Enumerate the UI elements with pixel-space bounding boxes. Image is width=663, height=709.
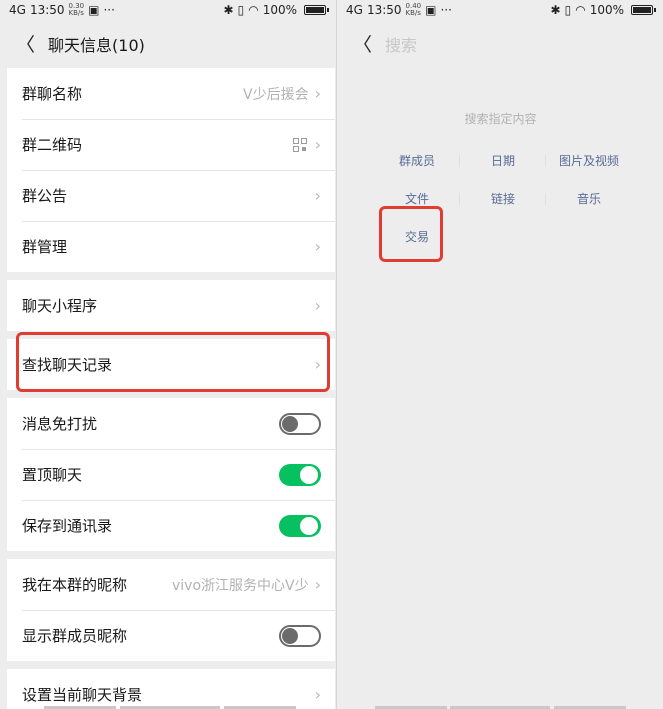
settings-group: 聊天小程序 › bbox=[7, 280, 335, 331]
qr-code-icon bbox=[292, 137, 307, 152]
battery-percent: 100% bbox=[589, 3, 624, 17]
settings-row-label: 我在本群的昵称 bbox=[22, 576, 128, 594]
bluetooth-icon: ✱ bbox=[550, 3, 561, 17]
settings-row[interactable]: 显示群成员昵称 bbox=[7, 610, 335, 661]
wifi-icon: ◠ bbox=[248, 3, 259, 17]
toggle-switch[interactable] bbox=[279, 624, 321, 647]
signal-indicator: 4G bbox=[9, 3, 26, 17]
search-category-item[interactable]: 日期 bbox=[460, 150, 546, 172]
settings-row-label: 置顶聊天 bbox=[22, 466, 83, 484]
bluetooth-icon: ✱ bbox=[223, 3, 234, 17]
settings-row[interactable]: 我在本群的昵称 vivo浙江服务中心V少 › bbox=[7, 559, 335, 610]
notification-icon: ▣ bbox=[425, 3, 437, 17]
settings-row-value: vivo浙江服务中心V少 bbox=[171, 577, 309, 594]
toggle-switch[interactable] bbox=[279, 463, 321, 486]
search-category-item[interactable]: 链接 bbox=[460, 188, 546, 210]
wifi-icon: ◠ bbox=[575, 3, 586, 17]
settings-row[interactable]: 群聊名称 V少后援会 › bbox=[7, 68, 335, 119]
highlight-box-search-history bbox=[16, 332, 330, 392]
toggle-switch[interactable] bbox=[279, 514, 321, 537]
settings-group: 消息免打扰置顶聊天保存到通讯录 bbox=[7, 398, 335, 551]
settings-row[interactable]: 群公告 › bbox=[7, 170, 335, 221]
toggle-switch[interactable] bbox=[279, 412, 321, 435]
vibrate-icon: ▯ bbox=[564, 3, 572, 17]
chevron-right-icon: › bbox=[314, 186, 321, 205]
search-input[interactable]: 搜索 bbox=[385, 32, 417, 56]
network-speed: 0.40 KB/s bbox=[405, 2, 422, 17]
battery-icon bbox=[304, 5, 329, 15]
search-screen: 4G 13:50 0.40 KB/s ▣ ··· ✱ ▯ ◠ 100% 〈 搜索… bbox=[336, 0, 663, 709]
highlight-box-transaction bbox=[379, 206, 443, 262]
status-bar: 4G 13:50 0.40 KB/s ▣ ··· ✱ ▯ ◠ 100% bbox=[337, 0, 663, 20]
settings-row-label: 群公告 bbox=[22, 187, 68, 205]
settings-row[interactable]: 置顶聊天 bbox=[7, 449, 335, 500]
chevron-right-icon: › bbox=[314, 84, 321, 103]
settings-row[interactable]: 设置当前聊天背景 › bbox=[7, 669, 335, 709]
settings-row-value: V少后援会 bbox=[243, 86, 309, 103]
clock: 13:50 bbox=[366, 3, 402, 17]
more-icon: ··· bbox=[440, 3, 452, 17]
settings-group: 设置当前聊天背景 › bbox=[7, 669, 335, 709]
settings-row-label: 群聊名称 bbox=[22, 85, 83, 103]
chevron-right-icon: › bbox=[314, 135, 321, 154]
settings-row-label: 群管理 bbox=[22, 238, 68, 256]
search-category-item[interactable]: 音乐 bbox=[546, 188, 632, 210]
chevron-right-icon: › bbox=[314, 296, 321, 315]
settings-row[interactable]: 群管理 › bbox=[7, 221, 335, 272]
settings-row-label: 保存到通讯录 bbox=[22, 517, 113, 535]
page-title: 聊天信息(10) bbox=[48, 35, 145, 55]
search-category-item[interactable]: 图片及视频 bbox=[546, 150, 632, 172]
status-bar: 4G 13:50 0.30 KB/s ▣ ··· ✱ ▯ ◠ 100% bbox=[0, 0, 336, 20]
network-speed: 0.30 KB/s bbox=[68, 2, 85, 17]
back-arrow-icon[interactable]: 〈 bbox=[353, 30, 372, 57]
settings-row-label: 设置当前聊天背景 bbox=[22, 686, 143, 704]
chevron-right-icon: › bbox=[314, 575, 321, 594]
clock: 13:50 bbox=[29, 3, 65, 17]
settings-row-label: 群二维码 bbox=[22, 136, 83, 154]
chevron-right-icon: › bbox=[314, 237, 321, 256]
settings-row-label: 消息免打扰 bbox=[22, 415, 98, 433]
search-bar: 〈 搜索 bbox=[337, 20, 663, 67]
settings-row[interactable]: 保存到通讯录 bbox=[7, 500, 335, 551]
search-hint: 搜索指定内容 bbox=[464, 112, 537, 126]
settings-row[interactable]: 消息免打扰 bbox=[7, 398, 335, 449]
battery-icon bbox=[631, 5, 656, 15]
notification-icon: ▣ bbox=[88, 3, 100, 17]
nav-bar: 〈 聊天信息(10) bbox=[0, 20, 336, 67]
settings-group: 群聊名称 V少后援会 › 群二维码 › 群公告 › 群管理 › bbox=[7, 68, 335, 272]
settings-row[interactable]: 聊天小程序 › bbox=[7, 280, 335, 331]
chevron-right-icon: › bbox=[314, 685, 321, 704]
settings-row-label: 聊天小程序 bbox=[22, 297, 98, 315]
settings-row-label: 显示群成员昵称 bbox=[22, 627, 128, 645]
vibrate-icon: ▯ bbox=[237, 3, 245, 17]
settings-group: 我在本群的昵称 vivo浙江服务中心V少 › 显示群成员昵称 bbox=[7, 559, 335, 661]
more-icon: ··· bbox=[103, 3, 115, 17]
back-arrow-icon[interactable]: 〈 bbox=[16, 30, 35, 57]
signal-indicator: 4G bbox=[346, 3, 363, 17]
search-category-item[interactable]: 群成员 bbox=[374, 150, 460, 172]
battery-percent: 100% bbox=[262, 3, 297, 17]
settings-row[interactable]: 群二维码 › bbox=[7, 119, 335, 170]
